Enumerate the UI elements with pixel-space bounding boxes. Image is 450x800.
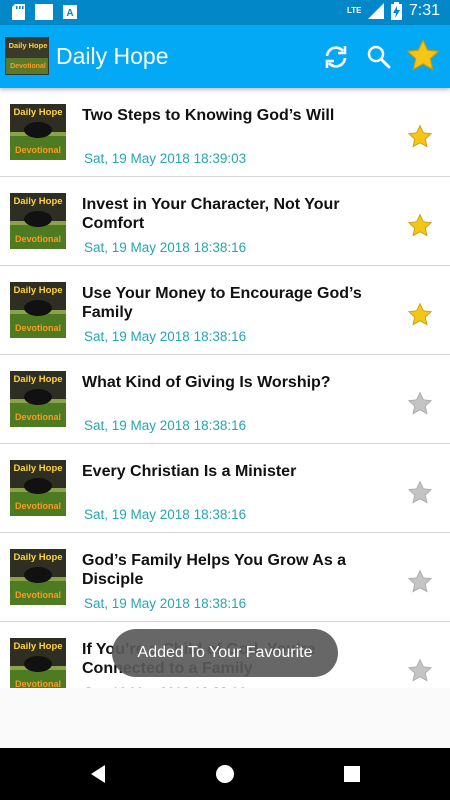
svg-text:Daily Hope: Daily Hope: [9, 41, 48, 50]
svg-text:A: A: [66, 8, 73, 19]
list-item[interactable]: Daily Hope Devotional God’s Family Helps…: [0, 533, 450, 622]
svg-text:Devotional: Devotional: [15, 590, 61, 600]
svg-text:Devotional: Devotional: [10, 63, 46, 70]
devotional-thumbnail: Daily Hope Devotional: [10, 193, 66, 249]
item-date: Sat, 19 May 2018 18:38:16: [84, 507, 247, 522]
star-filled-icon[interactable]: [407, 213, 433, 239]
devotional-thumbnail: Daily Hope Devotional: [10, 638, 66, 688]
refresh-icon: [325, 46, 347, 68]
svg-text:Devotional: Devotional: [15, 412, 61, 422]
star-outline-icon[interactable]: [407, 569, 433, 595]
list-item[interactable]: Daily Hope Devotional Invest in Your Cha…: [0, 177, 450, 266]
app-bar: Daily Hope Devotional Daily Hope: [0, 25, 450, 88]
svg-text:LTE: LTE: [347, 6, 361, 15]
star-outline-icon[interactable]: [407, 658, 433, 684]
search-button[interactable]: [364, 42, 394, 72]
star-outline-icon[interactable]: [407, 480, 433, 506]
svg-text:Devotional: Devotional: [15, 501, 61, 511]
item-title: What Kind of Giving Is Worship?: [82, 374, 331, 391]
sd-card-icon: [12, 4, 25, 20]
list-item[interactable]: Daily Hope Devotional Use Your Money to …: [0, 266, 450, 355]
signal-icon: [367, 3, 384, 19]
devotional-thumbnail: Daily Hope Devotional: [10, 104, 66, 160]
svg-text:Devotional: Devotional: [15, 145, 61, 155]
status-time: 7:31: [408, 2, 440, 19]
devotional-thumbnail: Daily Hope Devotional: [10, 549, 66, 605]
devotional-thumbnail: Daily Hope Devotional: [10, 282, 66, 338]
status-notification-icons: A: [12, 4, 77, 20]
toast-message: Added To Your Favourite: [112, 629, 338, 677]
item-date: Sat, 19 May 2018 18:39:03: [84, 151, 247, 166]
screen: A LTE 7:31 Daily Hope Devotional Daily H…: [0, 0, 450, 800]
item-date: Sat, 19 May 2018 18:38:16: [84, 329, 247, 344]
search-icon: [367, 45, 391, 69]
status-system-icons: LTE 7:31: [347, 2, 440, 20]
item-title: Every Christian Is a Minister: [82, 463, 297, 480]
svg-text:Devotional: Devotional: [15, 323, 61, 333]
svg-text:Daily Hope: Daily Hope: [13, 463, 62, 474]
refresh-button[interactable]: [321, 42, 351, 72]
home-icon[interactable]: [213, 762, 237, 786]
item-title: Use Your Money to Encourage God’s Family: [82, 285, 362, 321]
svg-text:Daily Hope: Daily Hope: [13, 107, 62, 118]
item-date: Sat, 19 May 2018 18:38:16: [84, 240, 247, 255]
image-icon: [35, 4, 53, 20]
svg-text:Daily Hope: Daily Hope: [13, 285, 62, 296]
list-item[interactable]: Daily Hope Devotional Every Christian Is…: [0, 444, 450, 533]
list-item[interactable]: Daily Hope Devotional What Kind of Givin…: [0, 355, 450, 444]
list-item[interactable]: Daily Hope Devotional Two Steps to Knowi…: [0, 88, 450, 177]
status-bar: A LTE 7:31: [0, 0, 450, 25]
item-title: Invest in Your Character, Not Your Comfo…: [82, 196, 340, 232]
star-outline-icon[interactable]: [407, 391, 433, 417]
devotional-thumbnail: Daily Hope Devotional: [10, 371, 66, 427]
list-footer: [0, 688, 450, 748]
back-icon[interactable]: [86, 762, 110, 786]
star-filled-icon[interactable]: [407, 302, 433, 328]
star-icon: [406, 38, 440, 71]
app-logo: Daily Hope Devotional: [5, 37, 49, 75]
lte-icon: LTE: [347, 6, 361, 15]
svg-text:Daily Hope: Daily Hope: [13, 374, 62, 385]
item-date: Sat, 19 May 2018 18:38:16: [84, 418, 247, 433]
recents-icon[interactable]: [340, 762, 364, 786]
svg-text:Devotional: Devotional: [15, 234, 61, 244]
favourites-button[interactable]: [405, 38, 441, 74]
svg-text:Daily Hope: Daily Hope: [13, 552, 62, 563]
font-download-icon: A: [63, 5, 77, 19]
item-date: Sat, 19 May 2018 18:38:16: [84, 596, 247, 611]
item-title: God’s Family Helps You Grow As a Discipl…: [82, 552, 347, 588]
svg-text:Daily Hope: Daily Hope: [13, 196, 62, 207]
svg-text:Devotional: Devotional: [15, 679, 61, 688]
svg-text:Daily Hope: Daily Hope: [13, 641, 62, 652]
star-filled-icon[interactable]: [407, 124, 433, 150]
app-title: Daily Hope: [56, 43, 169, 69]
devotional-list[interactable]: Daily Hope Devotional Two Steps to Knowi…: [0, 88, 450, 688]
battery-charging-icon: [390, 2, 402, 20]
devotional-thumbnail: Daily Hope Devotional: [10, 460, 66, 516]
nav-bar: [0, 748, 450, 800]
item-title: Two Steps to Knowing God’s Will: [82, 107, 335, 124]
